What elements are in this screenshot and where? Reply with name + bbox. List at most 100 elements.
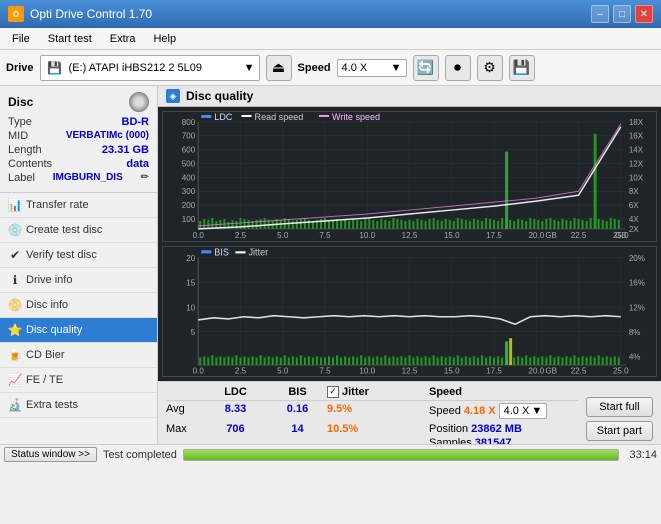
svg-text:2.5: 2.5 bbox=[235, 231, 247, 240]
nav-cd-bier-label: CD Bier bbox=[26, 349, 65, 361]
disc-title: Disc bbox=[8, 95, 33, 109]
nav-disc-quality[interactable]: ⭐ Disc quality bbox=[0, 318, 157, 343]
nav-fe-te[interactable]: 📈 FE / TE bbox=[0, 368, 157, 393]
svg-text:15.0: 15.0 bbox=[444, 365, 460, 375]
transfer-rate-icon: 📊 bbox=[8, 198, 22, 212]
jitter-checkbox[interactable]: ✓ bbox=[327, 386, 339, 398]
svg-text:20.0: 20.0 bbox=[528, 365, 544, 375]
disc-quality-title: Disc quality bbox=[186, 89, 253, 103]
jitter-max: 10.5% bbox=[327, 423, 427, 444]
bis-col-header: BIS bbox=[270, 386, 325, 398]
sidebar-nav: 📊 Transfer rate 💿 Create test disc ✔ Ver… bbox=[0, 193, 157, 444]
svg-text:Read speed: Read speed bbox=[255, 112, 304, 122]
nav-cd-bier[interactable]: 🍺 CD Bier bbox=[0, 343, 157, 368]
samples-key: Samples bbox=[429, 437, 472, 444]
svg-text:Write speed: Write speed bbox=[332, 112, 380, 122]
drive-value: (E:) ATAPI iHBS212 2 5L09 bbox=[69, 62, 240, 74]
svg-text:12.5: 12.5 bbox=[402, 231, 418, 240]
nav-create-test-disc[interactable]: 💿 Create test disc bbox=[0, 218, 157, 243]
save-button[interactable]: 💾 bbox=[509, 55, 535, 81]
menu-start-test[interactable]: Start test bbox=[40, 31, 100, 47]
title-bar: O Opti Drive Control 1.70 – □ ✕ bbox=[0, 0, 661, 28]
bis-max: 14 bbox=[270, 423, 325, 444]
disc-quality-header: ◈ Disc quality bbox=[158, 86, 661, 107]
nav-disc-info[interactable]: 📀 Disc info bbox=[0, 293, 157, 318]
svg-text:15.0: 15.0 bbox=[444, 231, 460, 240]
drive-info-icon: ℹ bbox=[8, 273, 22, 287]
nav-transfer-rate[interactable]: 📊 Transfer rate bbox=[0, 193, 157, 218]
svg-text:17.5: 17.5 bbox=[486, 231, 502, 240]
status-bar: Status window >> Test completed 33:14 bbox=[0, 444, 661, 464]
svg-text:10.0: 10.0 bbox=[359, 365, 375, 375]
nav-drive-info[interactable]: ℹ Drive info bbox=[0, 268, 157, 293]
ldc-max: 706 bbox=[203, 423, 268, 444]
svg-text:8%: 8% bbox=[629, 327, 641, 337]
nav-create-test-disc-label: Create test disc bbox=[26, 224, 102, 236]
nav-fe-te-label: FE / TE bbox=[26, 374, 63, 386]
speed-key: Speed bbox=[429, 405, 461, 417]
speed-select[interactable]: 4.0 X ▼ bbox=[337, 59, 407, 77]
close-button[interactable]: ✕ bbox=[635, 5, 653, 23]
content-area: ◈ Disc quality bbox=[158, 86, 661, 444]
svg-text:22.5: 22.5 bbox=[571, 365, 587, 375]
sidebar: Disc Type BD-R MID VERBATIMc (000) Lengt… bbox=[0, 86, 158, 444]
svg-text:100: 100 bbox=[182, 215, 196, 224]
settings-button[interactable]: ⚙ bbox=[477, 55, 503, 81]
svg-text:0.0: 0.0 bbox=[193, 365, 205, 375]
speed-select-val: 4.0 X bbox=[504, 405, 530, 417]
disc-mid-label: MID bbox=[8, 130, 28, 142]
nav-verify-test-disc[interactable]: ✔ Verify test disc bbox=[0, 243, 157, 268]
refresh-button[interactable]: 🔄 bbox=[413, 55, 439, 81]
progress-bar-fill bbox=[184, 450, 619, 460]
svg-text:500: 500 bbox=[182, 160, 196, 169]
svg-text:12%: 12% bbox=[629, 302, 646, 312]
start-full-button[interactable]: Start full bbox=[586, 397, 653, 417]
menu-bar: File Start test Extra Help bbox=[0, 28, 661, 50]
menu-help[interactable]: Help bbox=[145, 31, 184, 47]
nav-extra-tests[interactable]: 🔬 Extra tests bbox=[0, 393, 157, 418]
svg-text:20.0: 20.0 bbox=[528, 231, 544, 240]
speed-dropdown-arrow: ▼ bbox=[391, 62, 402, 74]
disc-label-value: IMGBURN_DIS bbox=[53, 172, 123, 184]
svg-text:16X: 16X bbox=[629, 132, 644, 141]
status-time: 33:14 bbox=[629, 449, 657, 461]
svg-text:16%: 16% bbox=[629, 277, 646, 287]
nav-disc-quality-label: Disc quality bbox=[26, 324, 82, 336]
bis-avg: 0.16 bbox=[270, 403, 325, 419]
disc-quality-header-icon: ◈ bbox=[166, 89, 180, 103]
speed-col-header: Speed bbox=[429, 386, 484, 398]
maximize-button[interactable]: □ bbox=[613, 5, 631, 23]
chart-bis-svg: 20 15 10 5 20% 16% 12% 8% 4% 0.0 2.5 5.0… bbox=[163, 247, 656, 376]
svg-text:17.5: 17.5 bbox=[486, 365, 502, 375]
svg-text:5.0: 5.0 bbox=[277, 231, 289, 240]
menu-extra[interactable]: Extra bbox=[102, 31, 144, 47]
disc-label-icon: ✏ bbox=[141, 172, 149, 184]
disc-mid-value: VERBATIMc (000) bbox=[66, 130, 149, 142]
svg-text:20%: 20% bbox=[629, 252, 646, 262]
svg-text:5.0: 5.0 bbox=[277, 365, 289, 375]
disc-quality-icon: ⭐ bbox=[8, 323, 22, 337]
svg-text:4X: 4X bbox=[629, 215, 640, 224]
toolbar: Drive 💾 (E:) ATAPI iHBS212 2 5L09 ▼ ⏏ Sp… bbox=[0, 50, 661, 86]
svg-text:200: 200 bbox=[182, 201, 196, 210]
disc-contents-label: Contents bbox=[8, 158, 52, 170]
eject-button[interactable]: ⏏ bbox=[266, 55, 292, 81]
svg-text:4%: 4% bbox=[629, 351, 641, 361]
svg-text:800: 800 bbox=[182, 118, 196, 127]
minimize-button[interactable]: – bbox=[591, 5, 609, 23]
svg-text:400: 400 bbox=[182, 173, 196, 182]
record-button[interactable]: ⏺ bbox=[445, 55, 471, 81]
disc-icon bbox=[129, 92, 149, 112]
speed-dropdown[interactable]: 4.0 X ▼ bbox=[499, 403, 548, 419]
start-part-button[interactable]: Start part bbox=[586, 421, 653, 441]
status-window-button[interactable]: Status window >> bbox=[4, 447, 97, 462]
disc-length-label: Length bbox=[8, 144, 42, 156]
svg-text:2.5: 2.5 bbox=[235, 365, 247, 375]
svg-text:12X: 12X bbox=[629, 160, 644, 169]
action-buttons: Start full Start part bbox=[582, 384, 657, 444]
ldc-col-header: LDC bbox=[203, 386, 268, 398]
svg-text:8X: 8X bbox=[629, 187, 640, 196]
menu-file[interactable]: File bbox=[4, 31, 38, 47]
drive-dropdown-arrow: ▼ bbox=[244, 62, 255, 74]
drive-select[interactable]: 💾 (E:) ATAPI iHBS212 2 5L09 ▼ bbox=[40, 55, 260, 81]
